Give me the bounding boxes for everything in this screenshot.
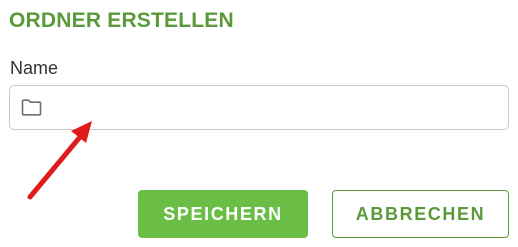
name-field-container[interactable] [9,85,509,130]
name-field-label: Name [10,58,59,78]
cancel-button[interactable]: ABBRECHEN [332,190,509,238]
save-button[interactable]: SPEICHERN [138,190,308,238]
dialog-title: ORDNER ERSTELLEN [9,9,234,32]
folder-icon [21,99,42,116]
name-input[interactable] [54,86,499,129]
